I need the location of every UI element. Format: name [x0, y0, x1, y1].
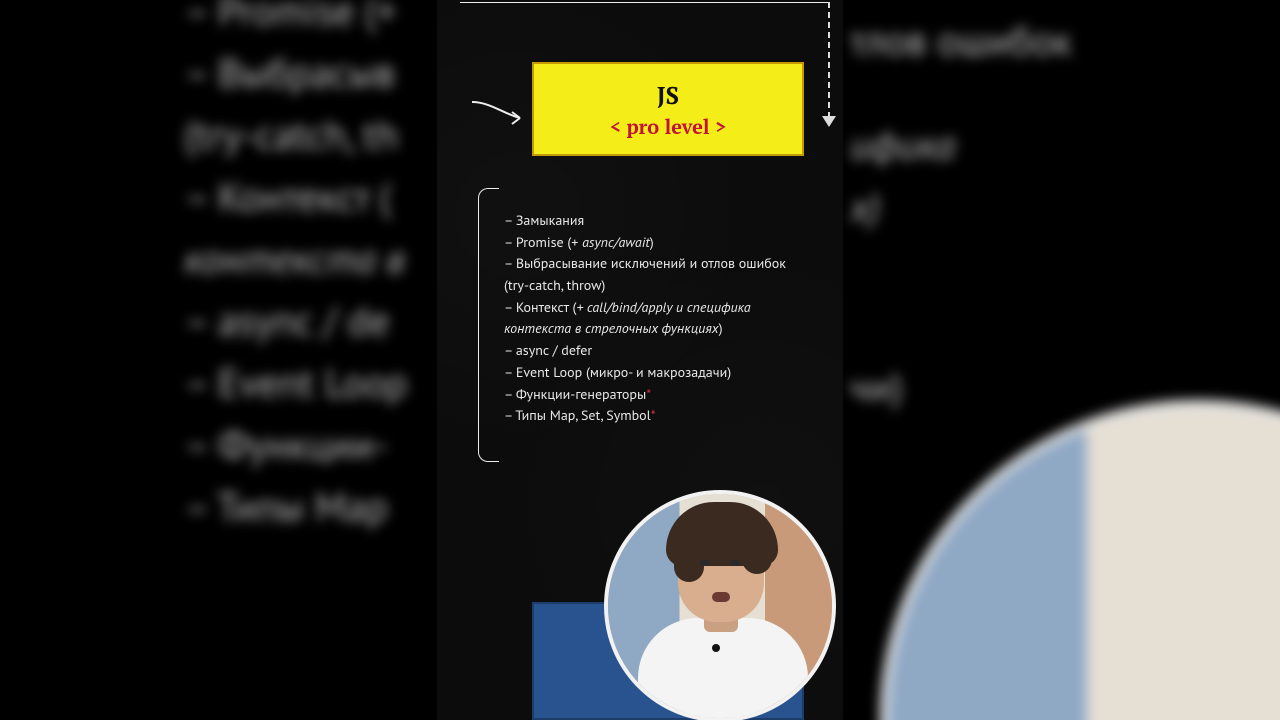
- topic-list: – Замыкания – Promise (+ async/await) – …: [504, 210, 804, 427]
- card-subtitle: < pro level >: [610, 113, 726, 140]
- list-item: (try-catch, throw): [504, 275, 804, 297]
- video-frame: – Promise (+ – Выбрасыв (try-catch, th –…: [0, 0, 1280, 720]
- avatar-eye: [730, 560, 740, 566]
- list-text: ): [719, 319, 723, 337]
- connector-dashed: [828, 2, 830, 118]
- topic-card-js-pro: JS < pro level >: [532, 62, 804, 156]
- avatar-eye: [700, 560, 710, 566]
- list-text: ): [650, 233, 654, 251]
- bg-line: контекста в: [184, 228, 407, 290]
- bg-line: (try-catch, th: [184, 104, 407, 166]
- list-item: – Event Loop (микро- и макрозадачи): [504, 362, 804, 384]
- card-title: JS: [657, 79, 679, 111]
- microphone-icon: [712, 644, 720, 652]
- arrowhead-down-icon: [822, 116, 836, 127]
- bg-text-right: тлов ошибок ифика х) чи): [850, 10, 1072, 418]
- list-item: – Замыкания: [504, 210, 804, 232]
- bg-line: – Контекст (: [184, 166, 407, 228]
- bg-line: ифика: [850, 114, 1072, 176]
- avatar-mouth: [712, 592, 730, 602]
- connector-line: [460, 2, 830, 3]
- asterisk-icon: *: [646, 385, 651, 403]
- asterisk-icon: *: [651, 406, 656, 424]
- bg-line: – async / de: [184, 290, 407, 352]
- list-item: – Выбрасывание исключений и отлов ошибок: [504, 253, 804, 275]
- list-text-italic: async/await: [582, 233, 650, 251]
- presenter-avatar: [604, 490, 836, 720]
- list-text: – Функции-генераторы: [504, 385, 646, 403]
- bg-line: – Выбрасыв: [184, 42, 407, 104]
- list-text: – Promise (+: [504, 233, 582, 251]
- list-bracket: [478, 188, 499, 462]
- bg-line: – Event Loop: [184, 352, 407, 414]
- list-item: – Функции-генераторы*: [504, 384, 804, 406]
- list-item: – Контекст (+ call/bind/apply и специфик…: [504, 297, 804, 340]
- bg-text-left: – Promise (+ – Выбрасыв (try-catch, th –…: [184, 0, 407, 538]
- list-item: – Promise (+ async/await): [504, 232, 804, 254]
- list-item: – Типы Map, Set, Symbol*: [504, 405, 804, 427]
- bg-line: тлов ошибок: [850, 10, 1072, 72]
- list-text: – Типы Map, Set, Symbol: [504, 406, 651, 424]
- avatar-torso: [638, 618, 808, 720]
- list-text: – Контекст (: [504, 298, 576, 316]
- bg-avatar-blur: [880, 400, 1280, 720]
- bg-line: – Promise (+: [184, 0, 407, 42]
- list-item: – async / defer: [504, 340, 804, 362]
- bg-line: х): [850, 176, 1072, 238]
- arrow-right-icon: [470, 100, 532, 134]
- bg-line: – Типы Map: [184, 476, 407, 538]
- bg-line: – Функции-: [184, 414, 407, 476]
